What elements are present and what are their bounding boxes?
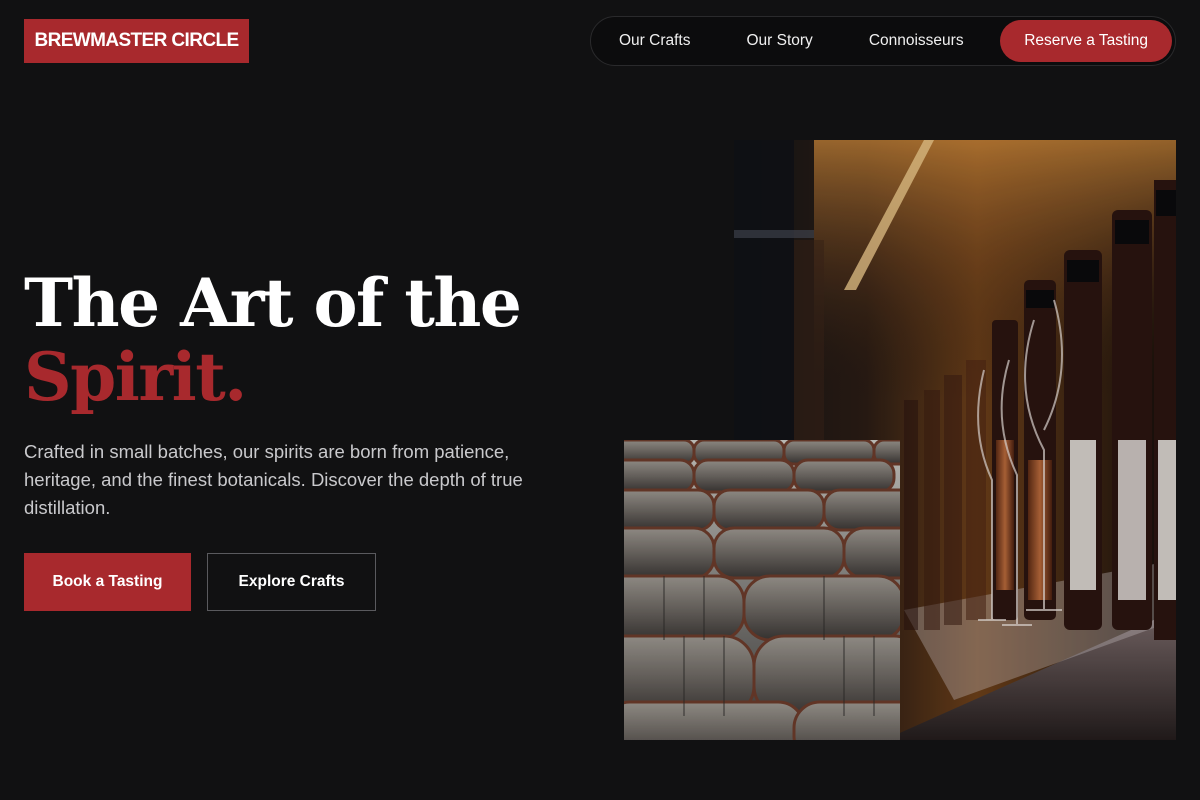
nav-link-our-story[interactable]: Our Story bbox=[746, 32, 812, 50]
barrels-illustration bbox=[624, 440, 900, 740]
landing-page: BREWMASTER CIRCLE Our Crafts Our Story C… bbox=[0, 0, 1200, 800]
book-tasting-button[interactable]: Book a Tasting bbox=[24, 553, 191, 611]
main-nav: Our Crafts Our Story Connoisseurs Reserv… bbox=[590, 16, 1176, 66]
hero-headline: The Art of the Spirit. bbox=[24, 264, 522, 416]
nav-link-our-crafts[interactable]: Our Crafts bbox=[619, 32, 690, 50]
explore-crafts-button[interactable]: Explore Crafts bbox=[207, 553, 376, 611]
hero-headline-accent: Spirit. bbox=[24, 338, 247, 416]
reserve-tasting-button[interactable]: Reserve a Tasting bbox=[1000, 20, 1172, 62]
nav-link-connoisseurs[interactable]: Connoisseurs bbox=[869, 32, 964, 50]
hero-description: Crafted in small batches, our spirits ar… bbox=[24, 441, 523, 518]
barrels-photo bbox=[624, 440, 900, 740]
brand-logo[interactable]: BREWMASTER CIRCLE bbox=[24, 19, 249, 63]
hero-headline-line: The Art of the bbox=[24, 264, 522, 342]
